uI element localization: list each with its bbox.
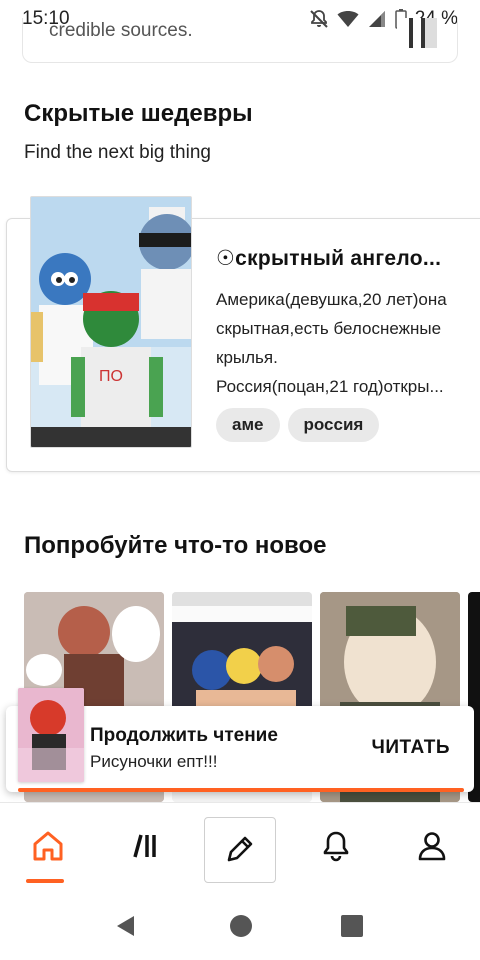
profile-icon [415,829,449,868]
library-icon [129,829,163,868]
tag-chip[interactable]: аме [216,408,280,442]
tag-chip[interactable]: россия [287,408,380,442]
hidden-gems-subtitle: Find the next big thing [24,142,211,163]
description-line: крылья. [216,348,278,367]
read-button[interactable]: ЧИТАТЬ [372,737,450,759]
reading-progress-bar [18,788,464,792]
continue-reading-cover [18,688,84,782]
featured-story-cover[interactable]: ПО [30,196,192,448]
bottom-navigation [0,802,480,894]
cover-illustration: ПО [31,197,191,447]
nav-library[interactable] [110,817,182,883]
nav-write[interactable] [204,817,276,883]
continue-reading-bar[interactable]: Продолжить чтение Рисуночки епт!!! ЧИТАТ… [6,688,474,792]
nav-home[interactable] [12,817,84,883]
previous-story-card[interactable]: credible sources. [22,18,458,63]
description-line: Америка(девушка,20 лет)она [216,290,447,309]
cover-caption: ПО [99,368,123,385]
continue-reading-story-name: Рисуночки епт!!! [90,752,218,771]
recents-square-icon [340,915,364,942]
nav-notifications[interactable] [300,817,372,883]
nav-profile[interactable] [396,817,468,883]
back-button[interactable] [114,914,138,943]
home-system-button[interactable] [229,914,253,943]
previous-card-text: credible sources. [49,20,193,41]
hidden-gems-title: Скрытые шедевры [24,100,253,127]
back-triangle-icon [114,916,138,942]
story-tags: аме россия [216,408,380,442]
system-navigation-bar [0,894,480,960]
featured-story-title[interactable]: ☉скрытный ангело... [216,246,460,271]
description-line: скрытная,есть белоснежные [216,319,442,338]
pencil-icon [223,832,257,871]
active-tab-indicator [26,879,64,883]
bell-icon [319,829,353,868]
home-circle-icon [229,915,253,942]
description-line: Россия(поцан,21 год)откры... [216,377,444,396]
try-something-new-title: Попробуйте что-то новое [24,532,327,559]
previous-card-thumbnail [397,18,437,48]
recents-button[interactable] [340,914,364,943]
home-icon [31,829,65,868]
featured-story-description: Америка(девушка,20 лет)она скрытная,есть… [216,285,460,401]
continue-reading-title: Продолжить чтение [90,725,278,746]
featured-story-info: ☉скрытный ангело... Америка(девушка,20 л… [216,246,466,401]
